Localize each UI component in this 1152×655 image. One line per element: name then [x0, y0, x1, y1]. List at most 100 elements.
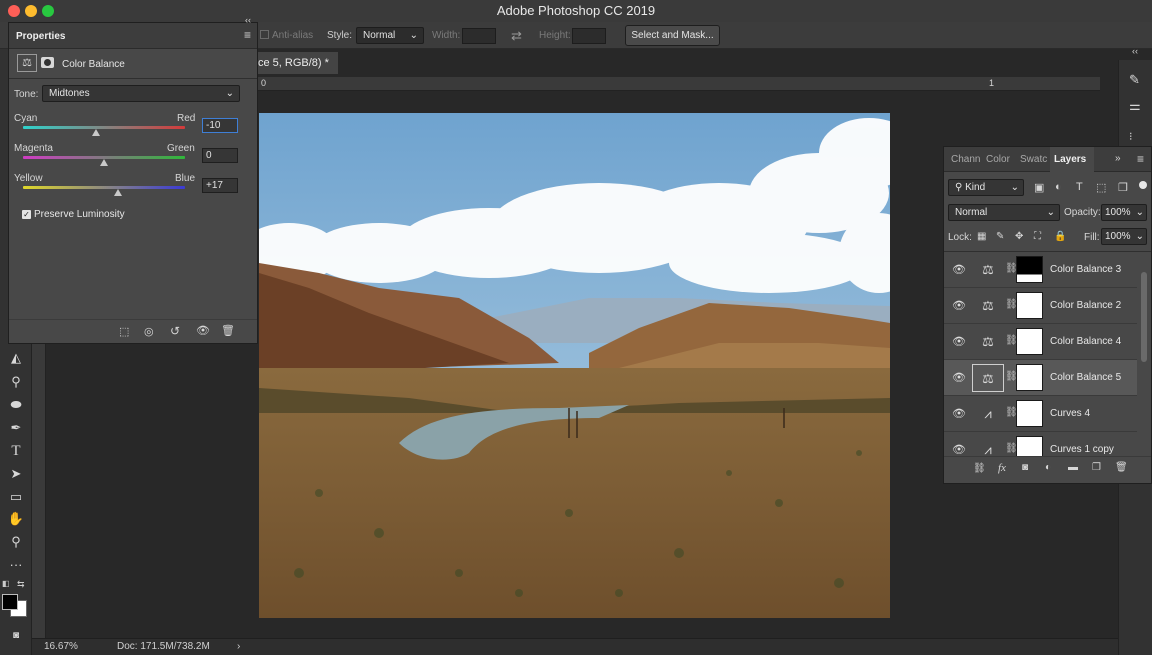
fill-field[interactable]: 100% ⌄ [1101, 228, 1147, 245]
blend-mode-select[interactable]: Normal ⌄ [948, 204, 1060, 221]
layer-mask-thumbnail[interactable] [1016, 400, 1043, 427]
yellow-blue-value-field[interactable]: +17 [202, 178, 238, 193]
yellow-blue-slider-track[interactable] [23, 186, 185, 189]
clip-to-layer-icon[interactable]: ⬚ [119, 325, 129, 338]
trash-icon[interactable]: 🗑 [1115, 462, 1128, 473]
collapse-dock-icon[interactable]: ‹‹ [1132, 46, 1138, 56]
layer-mask-thumbnail[interactable] [1016, 292, 1043, 319]
hand-icon[interactable]: ✋ [6, 510, 26, 528]
link-icon[interactable]: ⛓ [1005, 443, 1018, 456]
tab-layers[interactable]: Layers [1050, 147, 1094, 172]
layer-row[interactable]: 👁 ⩘ ⛓ Curves 1 copy [944, 432, 1137, 456]
path-selection-icon[interactable]: ➤ [6, 465, 26, 483]
minimize-window-button[interactable] [25, 5, 37, 17]
zoom-window-button[interactable] [42, 5, 54, 17]
panel-menu-icon[interactable]: ≡ [244, 28, 251, 42]
layer-name[interactable]: Curves 1 copy [1050, 432, 1114, 456]
select-and-mask-button[interactable]: Select and Mask... [625, 25, 720, 46]
cyan-red-slider-handle[interactable] [91, 129, 100, 136]
layer-name[interactable]: Color Balance 5 [1050, 360, 1121, 396]
cyan-red-slider-track[interactable] [23, 126, 185, 129]
filter-shape-icon[interactable]: ⬚ [1096, 181, 1106, 194]
height-field[interactable] [572, 28, 606, 44]
layer-mask-thumbnail[interactable] [1016, 436, 1043, 456]
filter-kind-select[interactable]: ⚲ Kind ⌄ [948, 179, 1024, 196]
collapse-panel-icon[interactable]: ‹‹ [245, 15, 251, 25]
link-icon[interactable]: ⛓ [1005, 407, 1018, 421]
layer-name[interactable]: Color Balance 3 [1050, 252, 1121, 288]
filter-smart-object-icon[interactable]: ❐ [1118, 181, 1128, 194]
visibility-eye-icon[interactable]: 👁 [952, 408, 966, 420]
dodge-icon[interactable]: ⬬ [6, 396, 26, 414]
link-layers-icon[interactable]: ⛓ [973, 463, 986, 474]
new-layer-icon[interactable]: ❐ [1092, 462, 1101, 473]
reset-icon[interactable]: ↺ [170, 324, 180, 338]
status-menu-arrow-icon[interactable]: › [237, 639, 240, 655]
tab-channels[interactable]: Chann [951, 154, 980, 165]
pen-icon[interactable]: ✒ [6, 419, 26, 437]
expand-panel-icon[interactable]: » [1115, 153, 1121, 164]
layer-mask-thumbnail[interactable] [1016, 256, 1043, 283]
lock-transparent-icon[interactable]: ▦ [977, 231, 986, 242]
fx-icon[interactable]: fx [998, 462, 1006, 474]
new-group-icon[interactable]: ▬ [1068, 462, 1078, 473]
lock-all-icon[interactable]: 🔒 [1054, 231, 1066, 242]
visibility-eye-icon[interactable]: 👁 [952, 264, 966, 276]
filter-pixel-icon[interactable]: ▣ [1034, 181, 1044, 194]
foreground-color-swatch[interactable] [2, 594, 18, 610]
more-tools-icon[interactable]: ··· [6, 556, 26, 574]
magenta-green-slider-handle[interactable] [100, 159, 108, 166]
filter-adjustment-icon[interactable]: ◐ [1055, 181, 1062, 193]
swap-colors-icon[interactable]: ⇆ [17, 579, 27, 589]
trash-icon[interactable]: 🗑 [221, 324, 235, 337]
visibility-eye-icon[interactable]: 👁 [196, 324, 210, 337]
link-icon[interactable]: ⛓ [1005, 371, 1018, 385]
lock-artboard-icon[interactable]: ⛶ [1034, 231, 1041, 242]
yellow-blue-slider-handle[interactable] [113, 189, 122, 196]
new-adjustment-icon[interactable]: ◐ [1045, 462, 1051, 473]
rectangle-icon[interactable]: ▭ [6, 488, 26, 506]
layer-name[interactable]: Curves 4 [1050, 396, 1090, 432]
view-previous-state-icon[interactable]: ◎ [144, 325, 154, 338]
zoom-level[interactable]: 16.67% [44, 639, 78, 655]
layer-list-scrollbar[interactable] [1141, 272, 1147, 362]
opacity-field[interactable]: 100% ⌄ [1101, 204, 1147, 221]
type-icon[interactable]: T [6, 442, 26, 460]
visibility-eye-icon[interactable]: 👁 [952, 372, 966, 384]
adjustments-icon[interactable]: ⚌ [1129, 98, 1141, 114]
paint-bucket-icon[interactable]: ◭ [6, 349, 26, 367]
visibility-eye-icon[interactable]: 👁 [952, 300, 966, 312]
preserve-luminosity-checkbox[interactable]: ✓ [22, 210, 31, 219]
layer-row[interactable]: 👁 ⚖ ⛓ Color Balance 4 [944, 324, 1137, 360]
mask-icon[interactable] [41, 57, 54, 68]
style-select[interactable]: Normal ⌄ [356, 27, 424, 44]
swap-icon[interactable]: ⇄ [511, 22, 522, 49]
tab-swatches[interactable]: Swatc [1020, 154, 1047, 165]
lock-brush-icon[interactable]: ✎ [996, 231, 1004, 242]
tab-color[interactable]: Color [986, 154, 1010, 165]
layer-mask-thumbnail[interactable] [1016, 328, 1043, 355]
visibility-eye-icon[interactable]: 👁 [952, 336, 966, 348]
cyan-red-value-field[interactable]: -10 [202, 118, 238, 133]
filter-toggle[interactable] [1139, 181, 1147, 189]
tone-select[interactable]: Midtones ⌄ [42, 85, 240, 102]
anti-alias-checkbox[interactable] [260, 30, 269, 39]
zoom-icon[interactable]: ⚲ [6, 533, 26, 551]
layer-row[interactable]: 👁 ⚖ ⛓ Color Balance 3 [944, 252, 1137, 288]
lock-position-icon[interactable]: ✥ [1015, 231, 1023, 242]
filter-type-icon[interactable]: T [1076, 181, 1083, 193]
layer-row[interactable]: 👁 ⚖ ⛓ Color Balance 2 [944, 288, 1137, 324]
document-image[interactable] [259, 113, 890, 618]
layer-name[interactable]: Color Balance 2 [1050, 288, 1121, 324]
brush-icon[interactable]: ✎ [1129, 72, 1140, 88]
layer-name[interactable]: Color Balance 4 [1050, 324, 1121, 360]
layer-row-selected[interactable]: 👁 ⚖ ⛓ Color Balance 5 [944, 360, 1137, 396]
link-icon[interactable]: ⛓ [1005, 263, 1018, 277]
libraries-icon[interactable]: ⁝ [1129, 130, 1133, 143]
magenta-green-value-field[interactable]: 0 [202, 148, 238, 163]
add-mask-icon[interactable]: ◙ [1022, 462, 1028, 473]
blur-icon[interactable]: ⚲ [6, 373, 26, 391]
layer-mask-thumbnail[interactable] [1016, 364, 1043, 391]
visibility-eye-icon[interactable]: 👁 [952, 444, 966, 456]
link-icon[interactable]: ⛓ [1005, 335, 1018, 349]
